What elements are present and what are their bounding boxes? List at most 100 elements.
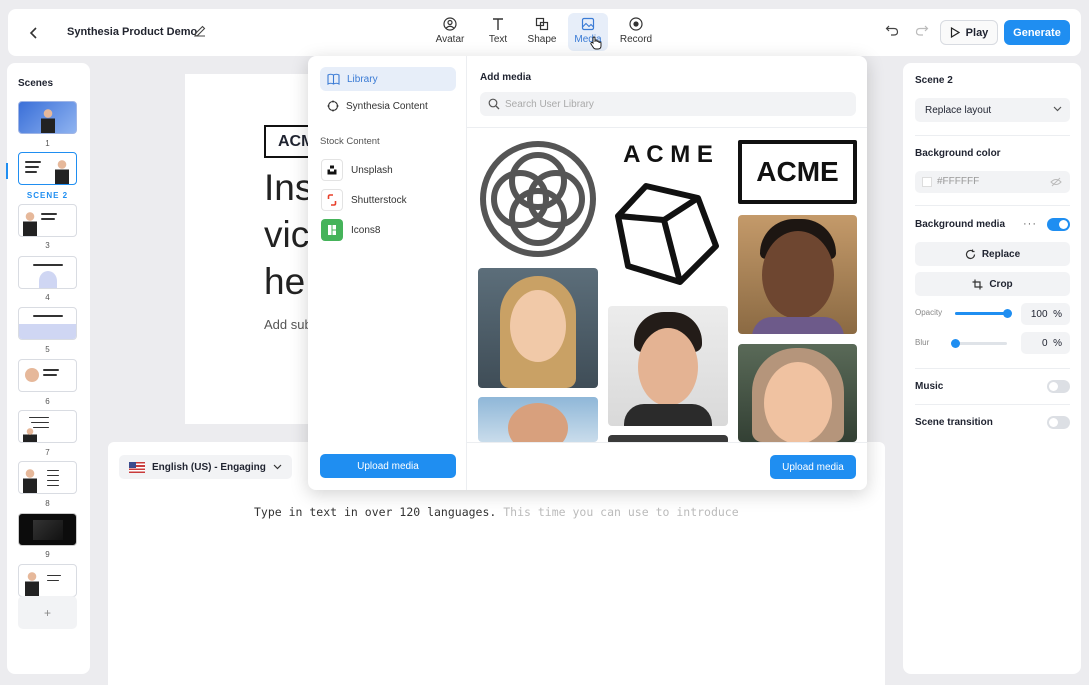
scene-number: 6 <box>45 397 50 406</box>
scene-number: 3 <box>45 241 50 250</box>
tool-record[interactable]: Record <box>617 13 655 51</box>
media-search-input[interactable]: Search User Library <box>480 92 856 116</box>
canvas-subtitle[interactable]: Add sub <box>264 317 312 332</box>
unsplash-icon <box>321 159 343 181</box>
tool-text-label: Text <box>488 34 508 45</box>
script-main-text: Type in text in over 120 languages. <box>254 505 497 519</box>
media-tile-photo[interactable] <box>478 397 598 442</box>
media-tile-acme-logo[interactable]: ACME <box>738 140 857 204</box>
hand-cursor-icon <box>590 36 602 50</box>
scene-thumb-9[interactable] <box>18 513 77 546</box>
avatar <box>55 158 69 184</box>
undo-button[interactable] <box>885 23 899 42</box>
upload-media-button-left[interactable]: Upload media <box>320 454 456 478</box>
bg-color-label: Background color <box>915 148 1001 159</box>
opacity-value: 100 <box>1030 309 1048 320</box>
opacity-value-field[interactable]: 100 % <box>1021 303 1070 325</box>
search-placeholder: Search User Library <box>505 99 594 110</box>
replace-label: Replace <box>981 248 1021 260</box>
percent-sign: % <box>1053 309 1062 320</box>
play-button[interactable]: Play <box>940 20 998 45</box>
flower-of-life-icon <box>480 141 596 257</box>
upload-media-button[interactable]: Upload media <box>770 455 856 479</box>
generate-button[interactable]: Generate <box>1004 20 1070 45</box>
replace-media-button[interactable]: Replace <box>915 242 1070 266</box>
refresh-icon <box>965 249 975 259</box>
text-icon <box>493 18 503 30</box>
scene-thumb-5[interactable] <box>18 307 77 340</box>
blur-slider[interactable] <box>950 339 1007 348</box>
transition-label: Scene transition <box>915 417 993 428</box>
canvas-heading-line[interactable]: he <box>264 258 305 305</box>
tool-media[interactable]: Media <box>568 13 608 51</box>
blur-label: Blur <box>915 338 930 347</box>
avatar <box>23 210 37 236</box>
tool-avatar[interactable]: Avatar <box>433 13 467 51</box>
media-tile-photo[interactable] <box>738 344 857 442</box>
bg-media-label: Background media <box>915 219 1006 230</box>
avatar <box>23 467 37 493</box>
nav-library-label: Library <box>347 73 378 85</box>
rename-button[interactable] <box>193 24 207 43</box>
scene-thumb-10[interactable] <box>18 564 77 597</box>
divider <box>467 127 867 128</box>
avatar-icon <box>443 17 457 31</box>
scene-number: 7 <box>45 448 50 457</box>
add-media-title: Add media <box>480 72 532 83</box>
scene-thumb-2[interactable] <box>18 152 77 185</box>
source-icons8-label: Icons8 <box>351 224 381 236</box>
more-options-icon[interactable]: ··· <box>1023 218 1037 230</box>
media-tile-cube[interactable] <box>608 176 728 294</box>
redo-button[interactable] <box>915 23 929 42</box>
divider <box>915 205 1070 206</box>
media-tile-photo[interactable] <box>478 268 598 388</box>
scene-thumb-7[interactable] <box>18 410 77 443</box>
source-icons8[interactable]: Icons8 <box>321 219 380 241</box>
nav-synthesia-content[interactable]: Synthesia Content <box>320 94 456 118</box>
script-text[interactable]: Type in text in over 120 languages. This… <box>254 505 739 519</box>
blur-value: 0 <box>1041 338 1048 349</box>
cube-icon <box>615 183 719 285</box>
opacity-slider[interactable] <box>955 309 1012 318</box>
eye-off-icon[interactable] <box>1050 176 1062 188</box>
scenes-title: Scenes <box>18 78 54 89</box>
transition-toggle[interactable] <box>1047 416 1070 429</box>
media-tile-photo[interactable] <box>608 306 728 426</box>
tool-text[interactable]: Text <box>483 13 513 51</box>
canvas-heading-line[interactable]: Ins <box>264 164 313 211</box>
source-shutterstock[interactable]: Shutterstock <box>321 189 407 211</box>
record-icon <box>629 17 643 31</box>
chevron-down-icon <box>1053 106 1062 112</box>
scene-number: 9 <box>45 550 50 559</box>
tool-shape[interactable]: Shape <box>527 13 557 51</box>
scene-thumb-4[interactable] <box>18 256 77 289</box>
avatar <box>25 570 39 596</box>
scene-thumb-1[interactable] <box>18 101 77 134</box>
media-tile-photo[interactable] <box>738 215 857 334</box>
us-flag-icon <box>129 461 145 473</box>
bg-color-field[interactable]: #FFFFFF <box>915 171 1070 193</box>
nav-synthesia-label: Synthesia Content <box>346 100 428 112</box>
source-unsplash[interactable]: Unsplash <box>321 159 393 181</box>
layout-select[interactable]: Replace layout <box>915 98 1070 122</box>
media-tile-flower-of-life[interactable] <box>478 139 598 259</box>
script-faded-text: This time you can use to introduce <box>496 505 739 519</box>
canvas-heading-line[interactable]: vic <box>264 211 309 258</box>
opacity-slider-handle[interactable] <box>1002 309 1012 318</box>
shape-icon <box>535 17 549 31</box>
media-tile-acme-wordmark[interactable]: A C M E <box>608 139 728 171</box>
music-label: Music <box>915 381 944 392</box>
language-select[interactable]: English (US) - Engaging <box>119 455 292 479</box>
bg-media-toggle[interactable] <box>1047 218 1070 231</box>
blur-value-field[interactable]: 0 % <box>1021 332 1070 354</box>
scene-thumb-3[interactable] <box>18 204 77 237</box>
add-scene-button[interactable]: + <box>18 596 77 629</box>
crop-button[interactable]: Crop <box>915 272 1070 296</box>
music-toggle[interactable] <box>1047 380 1070 393</box>
selected-scene-indicator <box>6 163 8 179</box>
blur-slider-handle[interactable] <box>950 339 960 348</box>
back-button[interactable] <box>22 21 46 45</box>
nav-library[interactable]: Library <box>320 67 456 91</box>
scene-thumb-8[interactable] <box>18 461 77 494</box>
scene-thumb-6[interactable] <box>18 359 77 392</box>
